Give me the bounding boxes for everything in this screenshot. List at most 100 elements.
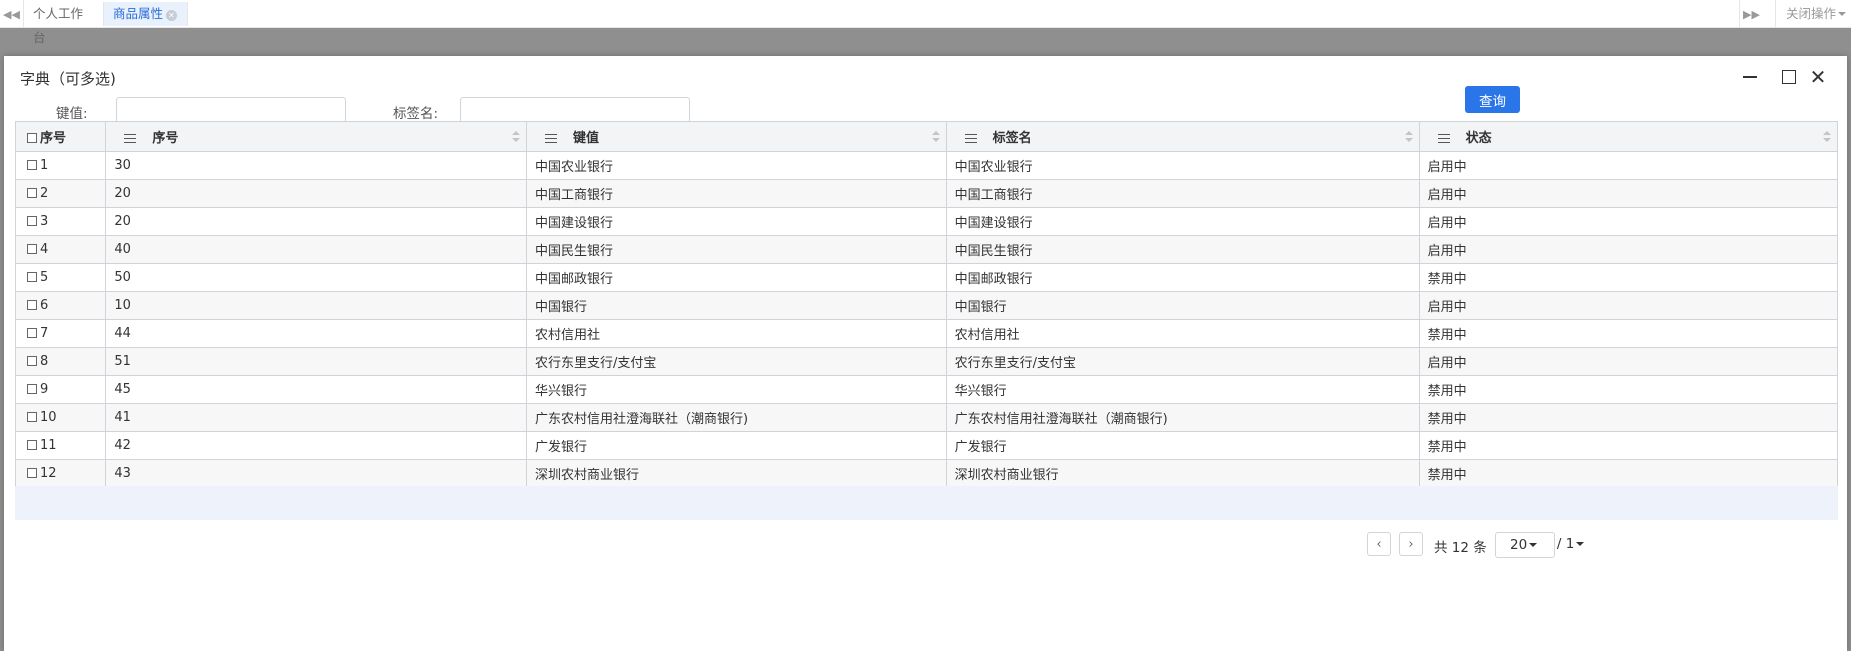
- key-cell: 中国建设银行: [526, 207, 947, 236]
- status-cell: 禁用中: [1418, 459, 1839, 488]
- row-index-cell: 3: [14, 207, 107, 236]
- column-menu-icon[interactable]: [545, 134, 558, 143]
- scroll-tabs-left-icon[interactable]: ◀◀: [0, 0, 24, 28]
- sort-icon[interactable]: [512, 131, 521, 143]
- row-index-cell: 11: [14, 431, 107, 460]
- table-row[interactable]: 9 45 华兴银行 华兴银行 禁用中: [14, 375, 1839, 404]
- minimize-icon[interactable]: [1741, 68, 1759, 86]
- label-cell: 中国民生银行: [945, 235, 1420, 264]
- tag-name-label: 标签名:: [393, 106, 439, 122]
- label-cell: 广发银行: [945, 431, 1420, 460]
- row-checkbox[interactable]: [27, 160, 37, 170]
- column-header-seq[interactable]: 序号: [105, 121, 528, 152]
- table-row[interactable]: 3 20 中国建设银行 中国建设银行 启用中: [14, 207, 1839, 236]
- key-cell: 华兴银行: [526, 375, 947, 404]
- table-header-row: 序号 序号 键值 标签名 状态: [14, 121, 1839, 152]
- chevron-down-icon: [1529, 543, 1538, 547]
- next-page-button[interactable]: ›: [1399, 532, 1423, 556]
- sort-icon[interactable]: [1404, 131, 1413, 143]
- key-cell: 深圳农村商业银行: [526, 459, 947, 488]
- column-header-status[interactable]: 状态: [1418, 121, 1839, 152]
- status-cell: 禁用中: [1418, 375, 1839, 404]
- table-row[interactable]: 7 44 农村信用社 农村信用社 禁用中: [14, 319, 1839, 348]
- key-cell: 中国工商银行: [526, 179, 947, 208]
- column-header-label[interactable]: 标签名: [945, 121, 1420, 152]
- select-all-checkbox[interactable]: [27, 133, 37, 143]
- status-cell: 启用中: [1418, 347, 1839, 376]
- row-checkbox[interactable]: [27, 412, 37, 422]
- page-size-select[interactable]: 20: [1495, 532, 1555, 558]
- status-cell: 禁用中: [1418, 319, 1839, 348]
- status-cell: 启用中: [1418, 235, 1839, 264]
- row-index-cell: 6: [14, 291, 107, 320]
- dictionary-table: 序号 序号 键值 标签名 状态 1 30 中国农业银行 中国农业银行 启用中 2 20 中国工…: [14, 121, 1839, 488]
- row-checkbox[interactable]: [27, 384, 37, 394]
- column-menu-icon[interactable]: [1437, 134, 1450, 143]
- tab-product-attributes[interactable]: 商品属性 ✕: [104, 2, 188, 26]
- query-button[interactable]: 查询: [1465, 86, 1520, 113]
- row-checkbox[interactable]: [27, 300, 37, 310]
- table-row[interactable]: 5 50 中国邮政银行 中国邮政银行 禁用中: [14, 263, 1839, 292]
- table-row[interactable]: 11 42 广发银行 广发银行 禁用中: [14, 431, 1839, 460]
- column-header-select-index[interactable]: 序号: [14, 121, 107, 152]
- table-row[interactable]: 12 43 深圳农村商业银行 深圳农村商业银行 禁用中: [14, 459, 1839, 488]
- table-row[interactable]: 6 10 中国银行 中国银行 启用中: [14, 291, 1839, 320]
- table-row[interactable]: 10 41 广东农村信用社澄海联社（潮商银行) 广东农村信用社澄海联社（潮商银行) 禁用…: [14, 403, 1839, 432]
- seq-cell: 10: [105, 291, 528, 320]
- status-cell: 启用中: [1418, 207, 1839, 236]
- column-menu-icon[interactable]: [964, 134, 977, 143]
- seq-cell: 20: [105, 179, 528, 208]
- table-row[interactable]: 1 30 中国农业银行 中国农业银行 启用中: [14, 151, 1839, 180]
- row-checkbox[interactable]: [27, 272, 37, 282]
- close-icon[interactable]: ✕: [1809, 67, 1827, 87]
- seq-cell: 20: [105, 207, 528, 236]
- table-row[interactable]: 4 40 中国民生银行 中国民生银行 启用中: [14, 235, 1839, 264]
- status-cell: 禁用中: [1418, 431, 1839, 460]
- prev-page-button[interactable]: ‹: [1367, 532, 1391, 556]
- close-operations-dropdown[interactable]: 关闭操作: [1775, 0, 1851, 28]
- row-checkbox[interactable]: [27, 356, 37, 366]
- row-checkbox[interactable]: [27, 188, 37, 198]
- row-checkbox[interactable]: [27, 468, 37, 478]
- chevron-down-icon: [1838, 12, 1847, 16]
- column-menu-icon[interactable]: [124, 134, 137, 143]
- key-cell: 中国农业银行: [526, 151, 947, 180]
- tag-name-input[interactable]: [460, 97, 690, 124]
- row-checkbox[interactable]: [27, 216, 37, 226]
- seq-cell: 44: [105, 319, 528, 348]
- label-cell: 华兴银行: [945, 375, 1420, 404]
- seq-cell: 40: [105, 235, 528, 264]
- column-header-key[interactable]: 键值: [526, 121, 947, 152]
- row-checkbox[interactable]: [27, 328, 37, 338]
- row-checkbox[interactable]: [27, 440, 37, 450]
- sort-icon[interactable]: [1823, 131, 1831, 143]
- tab-personal-workbench[interactable]: 个人工作台: [24, 2, 104, 45]
- seq-cell: 30: [105, 151, 528, 180]
- key-cell: 中国银行: [526, 291, 947, 320]
- row-checkbox[interactable]: [27, 244, 37, 254]
- label-cell: 广东农村信用社澄海联社（潮商银行): [945, 403, 1420, 432]
- scroll-tabs-right-icon[interactable]: ▶▶: [1739, 0, 1763, 28]
- total-count: 共 12 条: [1434, 540, 1487, 556]
- seq-cell: 45: [105, 375, 528, 404]
- key-value-label: 键值:: [56, 106, 88, 122]
- row-index-cell: 10: [14, 403, 107, 432]
- row-index-cell: 8: [14, 347, 107, 376]
- table-row[interactable]: 8 51 农行东里支行/支付宝 农行东里支行/支付宝 启用中: [14, 347, 1839, 376]
- maximize-icon[interactable]: [1780, 68, 1798, 86]
- sort-icon[interactable]: [931, 131, 940, 143]
- key-value-input[interactable]: [116, 97, 346, 124]
- status-cell: 禁用中: [1418, 403, 1839, 432]
- label-cell: 中国农业银行: [945, 151, 1420, 180]
- table-row[interactable]: 2 20 中国工商银行 中国工商银行 启用中: [14, 179, 1839, 208]
- key-cell: 广东农村信用社澄海联社（潮商银行): [526, 403, 947, 432]
- row-index-cell: 5: [14, 263, 107, 292]
- tab-close-icon[interactable]: ✕: [166, 10, 178, 21]
- seq-cell: 51: [105, 347, 528, 376]
- status-cell: 启用中: [1418, 179, 1839, 208]
- row-index-cell: 2: [14, 179, 107, 208]
- label-cell: 中国银行: [945, 291, 1420, 320]
- label-cell: 中国工商银行: [945, 179, 1420, 208]
- label-cell: 中国建设银行: [945, 207, 1420, 236]
- key-cell: 广发银行: [526, 431, 947, 460]
